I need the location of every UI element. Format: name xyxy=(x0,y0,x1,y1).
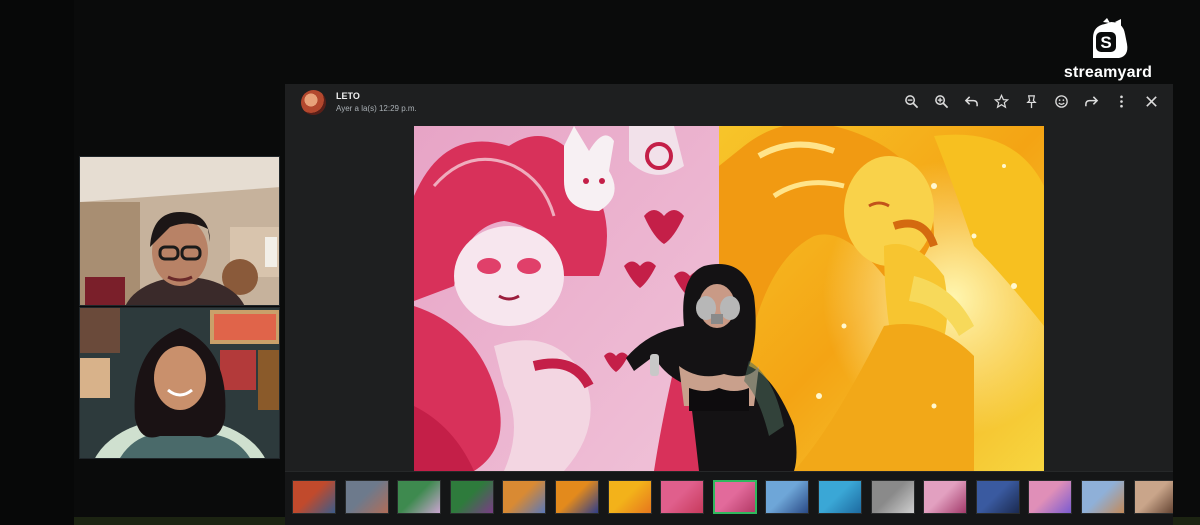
thumbnail-image xyxy=(556,481,598,513)
thumbnail-item[interactable] xyxy=(502,480,546,514)
reply-button[interactable] xyxy=(962,92,981,111)
thumbnail-image xyxy=(451,481,493,513)
forward-icon xyxy=(1085,96,1099,107)
participant-video-1-frame xyxy=(80,157,279,305)
participant-video-2[interactable] xyxy=(79,307,280,459)
thumbnail-item[interactable] xyxy=(1028,480,1072,514)
thumbnail-item[interactable] xyxy=(818,480,862,514)
thumbnail-image xyxy=(398,481,440,513)
viewed-photo[interactable] xyxy=(414,126,1044,471)
stream-stage: S streamyard LETO Ayer a la(s) 12:29 p.m… xyxy=(0,0,1200,525)
star-button[interactable] xyxy=(992,92,1011,111)
author-name[interactable]: LETO xyxy=(336,91,360,101)
thumbnail-image xyxy=(609,481,651,513)
thumbnail-item[interactable] xyxy=(765,480,809,514)
viewer-toolbar xyxy=(902,92,1161,112)
more-options-icon xyxy=(1120,95,1123,108)
thumbnail-strip xyxy=(285,471,1173,525)
thumbnail-image xyxy=(661,481,703,513)
thumbnail-item[interactable] xyxy=(450,480,494,514)
zoom-out-icon xyxy=(905,95,919,109)
zoom-out-button[interactable] xyxy=(902,92,921,111)
thumbnail-image xyxy=(293,481,335,513)
thumbnail-image xyxy=(977,481,1019,513)
close-icon xyxy=(1146,96,1157,107)
thumbnail-image xyxy=(766,481,808,513)
more-options-button[interactable] xyxy=(1112,92,1131,111)
thumbnail-item[interactable] xyxy=(397,480,441,514)
post-timestamp: Ayer a la(s) 12:29 p.m. xyxy=(336,104,417,113)
pin-icon xyxy=(1026,95,1037,109)
thumbnail-item[interactable] xyxy=(1081,480,1125,514)
thumbnail-item[interactable] xyxy=(660,480,704,514)
close-button[interactable] xyxy=(1142,92,1161,111)
thumbnail-item[interactable] xyxy=(976,480,1020,514)
author-avatar[interactable] xyxy=(301,90,326,115)
thumbnail-item[interactable] xyxy=(713,480,757,514)
thumbnail-item[interactable] xyxy=(292,480,336,514)
thumbnail-image xyxy=(819,481,861,513)
thumbnail-image xyxy=(1029,481,1071,513)
mural-photo xyxy=(414,126,1044,471)
participant-video-1[interactable] xyxy=(79,156,280,306)
thumbnail-image xyxy=(715,482,755,512)
thumbnail-item[interactable] xyxy=(1134,480,1173,514)
thumbnail-item[interactable] xyxy=(555,480,599,514)
zoom-in-icon xyxy=(935,95,949,109)
thumbnail-image xyxy=(503,481,545,513)
thumbnail-item[interactable] xyxy=(345,480,389,514)
react-button[interactable] xyxy=(1052,92,1071,111)
thumbnail-item[interactable] xyxy=(871,480,915,514)
zoom-in-button[interactable] xyxy=(932,92,951,111)
thumbnail-item[interactable] xyxy=(923,480,967,514)
thumbnail-image xyxy=(1135,481,1173,513)
forward-button[interactable] xyxy=(1082,92,1101,111)
streamyard-brand: S streamyard xyxy=(1058,18,1158,82)
reply-icon xyxy=(964,96,978,107)
streamyard-logo-icon: S xyxy=(1093,18,1128,58)
image-viewer: LETO Ayer a la(s) 12:29 p.m. xyxy=(285,84,1173,525)
thumbnail-item[interactable] xyxy=(608,480,652,514)
thumbnail-image xyxy=(346,481,388,513)
thumbnail-image xyxy=(872,481,914,513)
pin-button[interactable] xyxy=(1022,92,1041,111)
brand-name: streamyard xyxy=(1063,64,1153,81)
viewer-header: LETO Ayer a la(s) 12:29 p.m. xyxy=(285,84,1173,120)
stage-left-margin xyxy=(0,0,74,525)
emoji-icon xyxy=(1055,95,1068,108)
star-icon xyxy=(994,94,1009,109)
svg-text:S: S xyxy=(1100,33,1111,52)
thumbnail-image xyxy=(924,481,966,513)
thumbnail-image xyxy=(1082,481,1124,513)
participant-video-2-frame xyxy=(80,308,279,458)
